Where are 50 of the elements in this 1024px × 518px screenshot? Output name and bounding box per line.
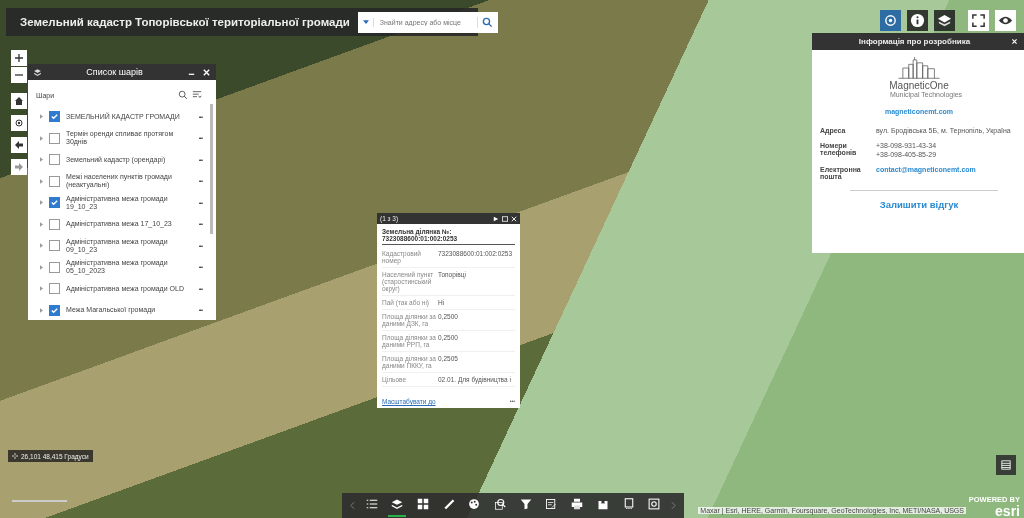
attribute-table-button[interactable]: [996, 455, 1016, 475]
close-icon[interactable]: [511, 215, 517, 222]
expand-icon[interactable]: [40, 264, 43, 270]
expand-icon[interactable]: [40, 200, 43, 206]
crosshair-icon[interactable]: [12, 453, 18, 459]
maximize-icon[interactable]: [502, 215, 508, 222]
company-name: MagneticOne: [889, 80, 949, 91]
layers-icon: [33, 67, 42, 77]
layer-checkbox[interactable]: [49, 304, 60, 316]
caret-icon[interactable]: [362, 20, 369, 24]
search-icon[interactable]: [178, 90, 188, 100]
printer-icon[interactable]: [570, 497, 585, 510]
expand-icon[interactable]: [40, 135, 43, 141]
layer-checkbox[interactable]: [49, 154, 60, 166]
scrollbar[interactable]: [210, 104, 213, 234]
expand-icon[interactable]: [40, 243, 43, 249]
expand-icon[interactable]: [40, 286, 43, 292]
expand-icon[interactable]: [40, 114, 43, 120]
app-title: Земельний кадастр Топорівської територіальної громади: [20, 16, 350, 28]
panel-title: Інформація про розробника: [857, 37, 972, 46]
grid-icon[interactable]: [415, 497, 430, 510]
expand-icon[interactable]: [40, 221, 43, 227]
table-icon[interactable]: [1001, 460, 1011, 470]
edit-icon[interactable]: [544, 497, 559, 510]
magnifier-icon[interactable]: [493, 497, 508, 510]
filter-list-icon[interactable]: [192, 90, 202, 100]
layer-checkbox[interactable]: [49, 261, 60, 273]
palette-icon[interactable]: [467, 497, 482, 510]
layer-checkbox[interactable]: [49, 111, 60, 123]
layer-checkbox[interactable]: [49, 132, 60, 144]
layer-checkbox[interactable]: [49, 197, 60, 209]
layer-checkbox[interactable]: [49, 218, 60, 230]
search-icon[interactable]: [476, 16, 493, 28]
city-skyline-icon: [897, 56, 941, 80]
satellite-map[interactable]: [0, 0, 1024, 518]
camera-icon[interactable]: [647, 497, 662, 510]
scale-bar: [12, 500, 67, 502]
layer-checkbox[interactable]: [49, 175, 60, 187]
close-icon[interactable]: [202, 67, 211, 77]
expand-icon[interactable]: [40, 178, 43, 184]
expand-icon[interactable]: [40, 157, 43, 163]
panel-title: Список шарів: [85, 67, 144, 77]
expand-icon[interactable]: [40, 307, 43, 313]
list-icon[interactable]: [364, 497, 379, 510]
feedback-link[interactable]: Залишити відгук: [879, 199, 959, 210]
close-icon[interactable]: [1011, 38, 1018, 45]
layer-checkbox[interactable]: [49, 283, 60, 295]
layer-checkbox[interactable]: [49, 240, 60, 252]
layers-icon[interactable]: [390, 497, 405, 510]
next-icon[interactable]: [493, 215, 499, 222]
